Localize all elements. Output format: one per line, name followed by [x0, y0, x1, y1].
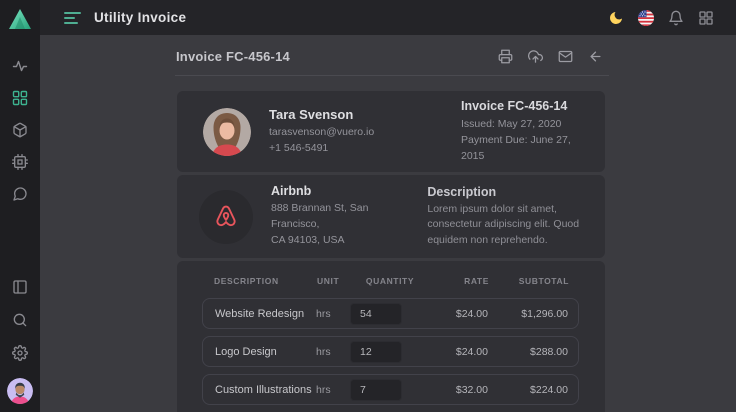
- invoice-issued: Issued: May 27, 2020: [461, 116, 583, 132]
- row-description: Website Redesign: [215, 308, 316, 320]
- company-address-2: CA 94103, USA: [271, 233, 415, 249]
- gear-icon[interactable]: [12, 345, 28, 361]
- quantity-input[interactable]: [350, 379, 402, 401]
- row-description: Custom Illustrations: [215, 384, 316, 396]
- activity-icon[interactable]: [12, 58, 28, 74]
- us-flag-icon[interactable]: [637, 9, 654, 26]
- user-avatar[interactable]: [7, 378, 33, 404]
- row-rate: $24.00: [428, 308, 488, 320]
- panel-icon[interactable]: [12, 279, 28, 295]
- row-unit: hrs: [316, 346, 350, 358]
- table-row: Logo Design hrs $24.00 $288.00: [202, 336, 579, 367]
- cloud-upload-icon[interactable]: [528, 49, 543, 64]
- bell-icon[interactable]: [667, 9, 684, 26]
- col-quantity: QUANTITY: [351, 276, 429, 286]
- grid-icon[interactable]: [12, 90, 28, 106]
- row-unit: hrs: [316, 308, 350, 320]
- col-unit: UNIT: [317, 276, 351, 286]
- client-card: Tara Svenson tarasvenson@vuero.io +1 546…: [177, 91, 605, 172]
- quantity-input[interactable]: [350, 303, 402, 325]
- chat-icon[interactable]: [12, 186, 28, 202]
- app-logo-icon[interactable]: [8, 8, 32, 30]
- client-email: tarasvenson@vuero.io: [269, 125, 374, 141]
- company-address-1: 888 Brannan St, San Francisco,: [271, 201, 415, 233]
- description-title: Description: [427, 185, 585, 199]
- top-navbar: Utility Invoice: [40, 0, 736, 35]
- table-header-row: DESCRIPTION UNIT QUANTITY RATE SUBTOTAL: [202, 274, 579, 298]
- table-row: Custom Illustrations hrs $32.00 $224.00: [202, 374, 579, 405]
- mail-icon[interactable]: [558, 49, 573, 64]
- invoice-title: Invoice FC-456-14: [176, 49, 290, 64]
- quantity-input[interactable]: [350, 341, 402, 363]
- airbnb-logo-icon: [199, 190, 253, 244]
- apps-grid-icon[interactable]: [697, 9, 714, 26]
- page-heading: Utility Invoice: [94, 10, 186, 25]
- main-content: Invoice FC-456-14: [40, 35, 736, 412]
- company-name: Airbnb: [271, 184, 415, 198]
- invoice-due: Payment Due: June 27, 2015: [461, 132, 583, 165]
- arrow-left-icon[interactable]: [588, 49, 603, 64]
- cpu-icon[interactable]: [12, 154, 28, 170]
- company-card: Airbnb 888 Brannan St, San Francisco, CA…: [177, 175, 605, 258]
- row-subtotal: $288.00: [488, 346, 568, 358]
- row-subtotal: $1,296.00: [488, 308, 568, 320]
- table-row: Website Redesign hrs $24.00 $1,296.00: [202, 298, 579, 329]
- header-divider: [175, 75, 609, 76]
- invoice-number: Invoice FC-456-14: [461, 99, 583, 113]
- row-unit: hrs: [316, 384, 350, 396]
- col-rate: RATE: [429, 276, 489, 286]
- row-description: Logo Design: [215, 346, 316, 358]
- moon-icon[interactable]: [607, 9, 624, 26]
- client-phone: +1 546-5491: [269, 141, 374, 157]
- invoice-header: Invoice FC-456-14: [175, 45, 609, 64]
- menu-toggle-icon[interactable]: [64, 11, 81, 25]
- sidebar: [0, 0, 40, 412]
- col-description: DESCRIPTION: [214, 276, 317, 286]
- client-avatar: [203, 108, 251, 156]
- description-body: Lorem ipsum dolor sit amet, consectetur …: [427, 202, 585, 248]
- row-subtotal: $224.00: [488, 384, 568, 396]
- box-icon[interactable]: [12, 122, 28, 138]
- print-icon[interactable]: [498, 49, 513, 64]
- items-table-card: DESCRIPTION UNIT QUANTITY RATE SUBTOTAL …: [177, 261, 605, 412]
- search-icon[interactable]: [12, 312, 28, 328]
- client-name: Tara Svenson: [269, 107, 374, 122]
- col-subtotal: SUBTOTAL: [489, 276, 569, 286]
- row-rate: $32.00: [428, 384, 488, 396]
- row-rate: $24.00: [428, 346, 488, 358]
